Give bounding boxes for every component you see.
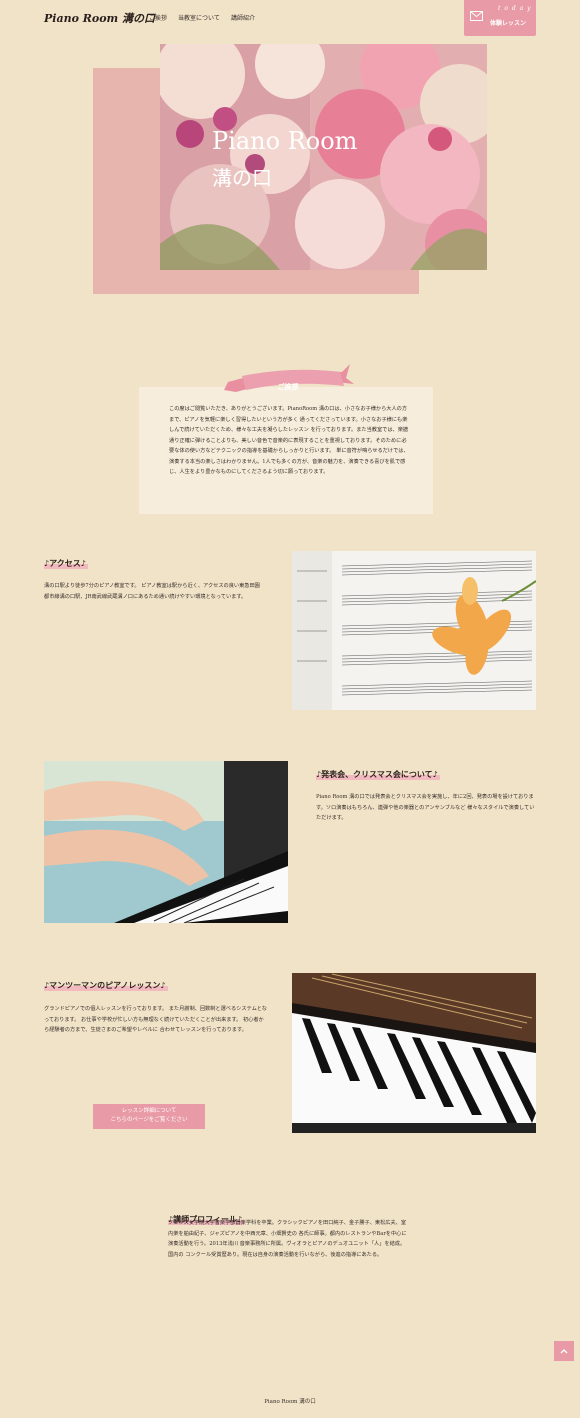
scroll-top-button[interactable] (554, 1341, 574, 1361)
site-logo[interactable]: Piano Room 溝の口 (44, 10, 155, 26)
access-title: ♪アクセス♪ (44, 558, 88, 569)
hero-flower-photo (160, 44, 487, 270)
chevron-up-icon (560, 1349, 568, 1354)
hero-subtitle: 溝の口 (212, 166, 272, 190)
lesson-text: グランドピアノでの個人レッスンを行っております。 また月謝制、回数制と選べるシス… (44, 1006, 267, 1033)
nav-link-teacher[interactable]: 講師紹介 (231, 13, 255, 22)
lesson-button-line1: レッスン詳細について (121, 1108, 177, 1114)
trial-label: 体験レッスン (490, 20, 527, 27)
grand-piano-photo (292, 973, 536, 1133)
lesson-title: ♪マンツーマンのピアノレッスン♪ (44, 980, 168, 991)
footer-text: Piano Room 溝の口 (264, 1399, 316, 1405)
recital-text: Piano Room 溝の口では発表会とクリスマス会を実施し、年に2回、発表の場… (316, 794, 535, 821)
envelope-icon (470, 11, 483, 21)
profile-text: フェリス女学院大学音楽学部器楽学科を卒業。クラシックピアノを田口純子、金子勝子、… (168, 1220, 407, 1258)
nav-link-greeting[interactable]: ご挨拶 (149, 13, 167, 22)
nav-link-about[interactable]: 当教室について (178, 13, 220, 22)
greeting-title: ご挨拶 (277, 382, 299, 391)
access-text: 溝の口駅より徒歩7分のピアノ教室です。 ピアノ教室は駅から近く、アクセスの良い東… (44, 583, 260, 600)
hero-title: Piano Room (212, 127, 358, 155)
sheet-music-photo (292, 551, 536, 710)
piano-hands-photo (44, 761, 288, 923)
lesson-details-button[interactable]: レッスン詳細について こちらのページをご覧ください (93, 1104, 205, 1129)
trial-lesson-button[interactable]: t o d a y 体験レッスン (464, 0, 536, 36)
recital-title: ♪発表会、クリスマス会について♪ (316, 769, 440, 780)
greeting-text: この度はご閲覧いただき、ありがとうございます。PianoRoom 溝の口は、小さ… (169, 406, 409, 475)
lesson-button-line2: こちらのページをご覧ください (110, 1117, 188, 1123)
trial-label-today: t o d a y (498, 5, 532, 12)
